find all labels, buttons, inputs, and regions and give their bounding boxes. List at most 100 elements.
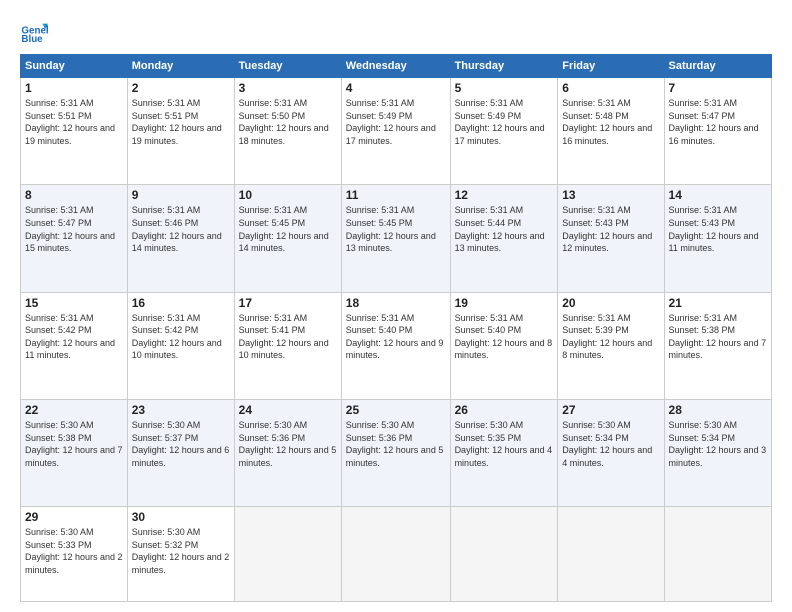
calendar-cell: 24 Sunrise: 5:30 AM Sunset: 5:36 PM Dayl… bbox=[234, 399, 341, 506]
calendar-cell: 26 Sunrise: 5:30 AM Sunset: 5:35 PM Dayl… bbox=[450, 399, 558, 506]
calendar-cell: 14 Sunrise: 5:31 AM Sunset: 5:43 PM Dayl… bbox=[664, 185, 771, 292]
day-number: 5 bbox=[455, 81, 554, 95]
calendar: SundayMondayTuesdayWednesdayThursdayFrid… bbox=[20, 54, 772, 602]
calendar-cell: 19 Sunrise: 5:31 AM Sunset: 5:40 PM Dayl… bbox=[450, 292, 558, 399]
day-info: Sunrise: 5:31 AM Sunset: 5:40 PM Dayligh… bbox=[455, 312, 554, 362]
day-info: Sunrise: 5:31 AM Sunset: 5:51 PM Dayligh… bbox=[25, 97, 123, 147]
day-number: 7 bbox=[669, 81, 767, 95]
day-info: Sunrise: 5:30 AM Sunset: 5:36 PM Dayligh… bbox=[239, 419, 337, 469]
day-number: 30 bbox=[132, 510, 230, 524]
day-number: 6 bbox=[562, 81, 659, 95]
day-info: Sunrise: 5:31 AM Sunset: 5:45 PM Dayligh… bbox=[239, 204, 337, 254]
day-number: 1 bbox=[25, 81, 123, 95]
calendar-cell: 25 Sunrise: 5:30 AM Sunset: 5:36 PM Dayl… bbox=[341, 399, 450, 506]
day-number: 11 bbox=[346, 188, 446, 202]
day-info: Sunrise: 5:30 AM Sunset: 5:36 PM Dayligh… bbox=[346, 419, 446, 469]
calendar-cell: 7 Sunrise: 5:31 AM Sunset: 5:47 PM Dayli… bbox=[664, 78, 771, 185]
day-header-saturday: Saturday bbox=[664, 55, 771, 78]
calendar-cell: 22 Sunrise: 5:30 AM Sunset: 5:38 PM Dayl… bbox=[21, 399, 128, 506]
day-info: Sunrise: 5:31 AM Sunset: 5:42 PM Dayligh… bbox=[25, 312, 123, 362]
day-info: Sunrise: 5:31 AM Sunset: 5:43 PM Dayligh… bbox=[669, 204, 767, 254]
day-info: Sunrise: 5:31 AM Sunset: 5:45 PM Dayligh… bbox=[346, 204, 446, 254]
day-number: 9 bbox=[132, 188, 230, 202]
calendar-cell: 1 Sunrise: 5:31 AM Sunset: 5:51 PM Dayli… bbox=[21, 78, 128, 185]
day-info: Sunrise: 5:31 AM Sunset: 5:48 PM Dayligh… bbox=[562, 97, 659, 147]
day-header-sunday: Sunday bbox=[21, 55, 128, 78]
day-info: Sunrise: 5:31 AM Sunset: 5:51 PM Dayligh… bbox=[132, 97, 230, 147]
day-header-tuesday: Tuesday bbox=[234, 55, 341, 78]
calendar-cell: 10 Sunrise: 5:31 AM Sunset: 5:45 PM Dayl… bbox=[234, 185, 341, 292]
logo-icon: General Blue bbox=[20, 18, 48, 46]
day-number: 25 bbox=[346, 403, 446, 417]
day-header-monday: Monday bbox=[127, 55, 234, 78]
calendar-cell: 16 Sunrise: 5:31 AM Sunset: 5:42 PM Dayl… bbox=[127, 292, 234, 399]
day-number: 21 bbox=[669, 296, 767, 310]
day-header-wednesday: Wednesday bbox=[341, 55, 450, 78]
calendar-cell: 18 Sunrise: 5:31 AM Sunset: 5:40 PM Dayl… bbox=[341, 292, 450, 399]
calendar-cell: 9 Sunrise: 5:31 AM Sunset: 5:46 PM Dayli… bbox=[127, 185, 234, 292]
svg-text:Blue: Blue bbox=[21, 34, 43, 45]
calendar-cell: 27 Sunrise: 5:30 AM Sunset: 5:34 PM Dayl… bbox=[558, 399, 664, 506]
day-number: 15 bbox=[25, 296, 123, 310]
day-info: Sunrise: 5:31 AM Sunset: 5:49 PM Dayligh… bbox=[455, 97, 554, 147]
day-number: 8 bbox=[25, 188, 123, 202]
calendar-cell bbox=[341, 507, 450, 602]
day-number: 18 bbox=[346, 296, 446, 310]
day-info: Sunrise: 5:31 AM Sunset: 5:42 PM Dayligh… bbox=[132, 312, 230, 362]
day-number: 22 bbox=[25, 403, 123, 417]
day-number: 3 bbox=[239, 81, 337, 95]
day-number: 2 bbox=[132, 81, 230, 95]
day-info: Sunrise: 5:30 AM Sunset: 5:38 PM Dayligh… bbox=[25, 419, 123, 469]
day-number: 20 bbox=[562, 296, 659, 310]
calendar-cell: 6 Sunrise: 5:31 AM Sunset: 5:48 PM Dayli… bbox=[558, 78, 664, 185]
day-info: Sunrise: 5:30 AM Sunset: 5:34 PM Dayligh… bbox=[562, 419, 659, 469]
calendar-cell: 3 Sunrise: 5:31 AM Sunset: 5:50 PM Dayli… bbox=[234, 78, 341, 185]
day-number: 28 bbox=[669, 403, 767, 417]
day-number: 16 bbox=[132, 296, 230, 310]
calendar-cell: 2 Sunrise: 5:31 AM Sunset: 5:51 PM Dayli… bbox=[127, 78, 234, 185]
day-number: 26 bbox=[455, 403, 554, 417]
day-info: Sunrise: 5:30 AM Sunset: 5:32 PM Dayligh… bbox=[132, 526, 230, 576]
day-number: 17 bbox=[239, 296, 337, 310]
calendar-cell: 8 Sunrise: 5:31 AM Sunset: 5:47 PM Dayli… bbox=[21, 185, 128, 292]
day-number: 19 bbox=[455, 296, 554, 310]
day-number: 24 bbox=[239, 403, 337, 417]
day-info: Sunrise: 5:31 AM Sunset: 5:50 PM Dayligh… bbox=[239, 97, 337, 147]
day-info: Sunrise: 5:30 AM Sunset: 5:33 PM Dayligh… bbox=[25, 526, 123, 576]
day-header-thursday: Thursday bbox=[450, 55, 558, 78]
calendar-cell: 30 Sunrise: 5:30 AM Sunset: 5:32 PM Dayl… bbox=[127, 507, 234, 602]
day-header-friday: Friday bbox=[558, 55, 664, 78]
calendar-cell: 13 Sunrise: 5:31 AM Sunset: 5:43 PM Dayl… bbox=[558, 185, 664, 292]
day-number: 27 bbox=[562, 403, 659, 417]
day-info: Sunrise: 5:31 AM Sunset: 5:49 PM Dayligh… bbox=[346, 97, 446, 147]
calendar-cell bbox=[558, 507, 664, 602]
day-number: 29 bbox=[25, 510, 123, 524]
day-number: 12 bbox=[455, 188, 554, 202]
day-info: Sunrise: 5:31 AM Sunset: 5:40 PM Dayligh… bbox=[346, 312, 446, 362]
calendar-cell: 28 Sunrise: 5:30 AM Sunset: 5:34 PM Dayl… bbox=[664, 399, 771, 506]
calendar-cell: 15 Sunrise: 5:31 AM Sunset: 5:42 PM Dayl… bbox=[21, 292, 128, 399]
day-number: 4 bbox=[346, 81, 446, 95]
day-info: Sunrise: 5:31 AM Sunset: 5:39 PM Dayligh… bbox=[562, 312, 659, 362]
calendar-cell: 21 Sunrise: 5:31 AM Sunset: 5:38 PM Dayl… bbox=[664, 292, 771, 399]
day-info: Sunrise: 5:30 AM Sunset: 5:37 PM Dayligh… bbox=[132, 419, 230, 469]
calendar-cell: 20 Sunrise: 5:31 AM Sunset: 5:39 PM Dayl… bbox=[558, 292, 664, 399]
day-info: Sunrise: 5:31 AM Sunset: 5:43 PM Dayligh… bbox=[562, 204, 659, 254]
day-info: Sunrise: 5:31 AM Sunset: 5:38 PM Dayligh… bbox=[669, 312, 767, 362]
day-info: Sunrise: 5:31 AM Sunset: 5:47 PM Dayligh… bbox=[25, 204, 123, 254]
day-number: 13 bbox=[562, 188, 659, 202]
calendar-cell: 5 Sunrise: 5:31 AM Sunset: 5:49 PM Dayli… bbox=[450, 78, 558, 185]
calendar-cell: 4 Sunrise: 5:31 AM Sunset: 5:49 PM Dayli… bbox=[341, 78, 450, 185]
calendar-cell bbox=[664, 507, 771, 602]
calendar-cell bbox=[234, 507, 341, 602]
calendar-cell: 17 Sunrise: 5:31 AM Sunset: 5:41 PM Dayl… bbox=[234, 292, 341, 399]
calendar-cell: 12 Sunrise: 5:31 AM Sunset: 5:44 PM Dayl… bbox=[450, 185, 558, 292]
day-info: Sunrise: 5:30 AM Sunset: 5:34 PM Dayligh… bbox=[669, 419, 767, 469]
day-info: Sunrise: 5:31 AM Sunset: 5:44 PM Dayligh… bbox=[455, 204, 554, 254]
day-info: Sunrise: 5:31 AM Sunset: 5:47 PM Dayligh… bbox=[669, 97, 767, 147]
day-number: 23 bbox=[132, 403, 230, 417]
logo: General Blue bbox=[20, 18, 52, 46]
calendar-cell: 11 Sunrise: 5:31 AM Sunset: 5:45 PM Dayl… bbox=[341, 185, 450, 292]
day-number: 14 bbox=[669, 188, 767, 202]
day-number: 10 bbox=[239, 188, 337, 202]
